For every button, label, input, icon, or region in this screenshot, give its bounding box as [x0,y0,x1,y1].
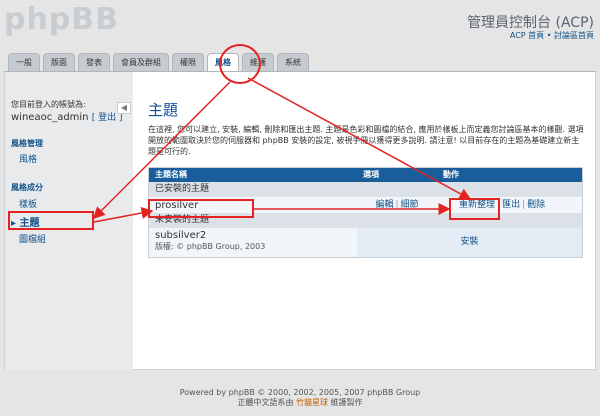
username: wineaoc_admin [11,112,89,123]
intro-text: 在這裡, 您可以建立, 安裝, 編輯, 刪除和匯出主題. 主題是色彩和圖檔的結合… [148,125,584,156]
uninstalled-section-label: 未安裝的主題 [149,213,582,227]
installed-section-label: 已安裝的主題 [149,182,582,196]
acp-home-link[interactable]: ACP 首頁 [510,31,544,40]
separator: | [522,200,526,210]
login-label: 您目前登入的帳號為: [11,100,86,109]
tab-users-groups[interactable]: 會員及群組 [113,53,169,71]
theme-name: subsilver2 [155,230,207,241]
forum-home-link[interactable]: 討論區首頁 [554,31,594,40]
footer-translation-prefix: 正體中文語系由 [237,398,294,407]
tab-permissions[interactable]: 權限 [172,53,204,71]
header: phpBB 管理員控制台 (ACP) ACP 首頁 • 討論區首頁 [0,0,600,50]
sidebar: 您目前登入的帳號為: wineaoc_admin [ 登出 ] ◀ 風格管理 風… [5,72,133,370]
header-actions: 動作 [443,170,459,179]
header-links: ACP 首頁 • 討論區首頁 [510,30,594,41]
page-title: 主題 [148,101,179,119]
table-header: 主題名稱 選項 動作 [149,168,582,182]
tab-general[interactable]: 一般 [8,53,40,71]
table-row: prosilver 編輯 | 細節 重新整理 | 匯出 | 刪除 [149,196,582,213]
menu-heading-style-management: 風格管理 [11,139,43,148]
delete-link[interactable]: 刪除 [527,200,545,210]
tab-maintenance[interactable]: 維護 [242,53,274,71]
sidebar-item-themes-label: 主題 [19,218,40,229]
sidebar-item-templates[interactable]: 樣板 [19,197,37,210]
edit-link[interactable]: 編輯 [375,200,393,210]
themes-table: 主題名稱 選項 動作 已安裝的主題 prosilver 編輯 | 細節 重新整理 | 匯… [148,167,583,258]
acp-title: 管理員控制台 (ACP) [467,15,594,31]
main-panel: 您目前登入的帳號為: wineaoc_admin [ 登出 ] ◀ 風格管理 風… [4,72,596,370]
sidebar-item-imagesets[interactable]: 圖檔組 [19,232,46,245]
install-link[interactable]: 安裝 [357,228,582,257]
tab-styles[interactable]: 風格 [207,53,239,71]
links-separator: • [544,31,554,40]
sidebar-item-themes[interactable]: ▸ 主題 [11,214,40,229]
theme-options: 編輯 | 細節 [357,197,437,213]
export-link[interactable]: 匯出 [502,200,520,210]
phpbb-logo[interactable]: phpBB [4,2,119,37]
header-theme-name: 主題名稱 [155,170,187,179]
tab-bar: 一般 版面 發表 會員及群組 權限 風格 維護 系統 [8,53,312,71]
footer-translation: 正體中文語系由 竹貓星球 維護製作 [0,398,600,408]
tab-system[interactable]: 系統 [277,53,309,71]
refresh-link[interactable]: 重新整理 [459,200,495,210]
collapse-sidebar-icon[interactable]: ◀ [117,102,131,114]
header-options: 選項 [363,170,379,179]
tab-posting[interactable]: 發表 [78,53,110,71]
menu-heading-style-components: 風格成分 [11,183,43,192]
login-user: wineaoc_admin [ 登出 ] [11,110,122,123]
separator: | [497,200,501,210]
table-row: subsilver2 版權: © phpBB Group, 2003 安裝 [149,227,582,257]
theme-actions: 重新整理 | 匯出 | 刪除 [437,197,582,213]
theme-copyright: 版權: © phpBB Group, 2003 [155,242,266,251]
uninstalled-theme: subsilver2 版權: © phpBB Group, 2003 [149,228,357,257]
logout-link[interactable]: [ 登出 ] [92,113,123,123]
footer-translation-suffix: 維護製作 [330,398,363,407]
theme-name: prosilver [155,200,199,211]
separator: | [395,200,399,210]
tab-forums[interactable]: 版面 [43,53,75,71]
footer: Powered by phpBB © 2000, 2002, 2005, 200… [0,388,600,408]
footer-powered-by: Powered by phpBB © 2000, 2002, 2005, 200… [179,388,421,397]
sidebar-item-styles[interactable]: 風格 [19,152,37,165]
details-link[interactable]: 細節 [401,200,419,210]
translator-link[interactable]: 竹貓星球 [296,398,328,407]
